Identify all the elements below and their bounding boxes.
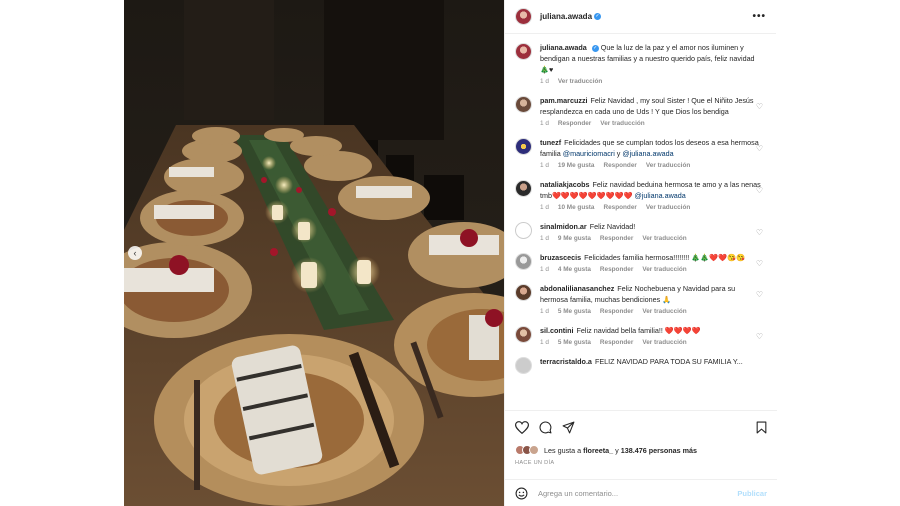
comment-item: pam.marcuzzi Feliz Navidad , my soul Sist…: [515, 88, 767, 130]
comment-text: Feliz navidad bella familia!! ❤️❤️❤️❤️: [576, 326, 701, 335]
comment-like-heart-icon[interactable]: ♡: [756, 290, 763, 299]
share-icon[interactable]: [562, 421, 575, 434]
liker-avatar: [529, 445, 539, 455]
comment-input[interactable]: Agrega un comentario...: [538, 489, 737, 498]
christmas-table-photo: [124, 0, 504, 506]
author-avatar[interactable]: [515, 43, 532, 60]
add-comment-bar: Agrega un comentario... Publicar: [505, 479, 777, 506]
comment-age: 1 d: [540, 162, 549, 169]
comment-like-heart-icon[interactable]: ♡: [756, 186, 763, 195]
commenter-avatar[interactable]: [515, 253, 532, 270]
reply-link[interactable]: Responder: [603, 204, 636, 211]
comment-like-heart-icon[interactable]: ♡: [756, 228, 763, 237]
reply-link[interactable]: Responder: [603, 162, 636, 169]
comment-likes[interactable]: 10 Me gusta: [558, 204, 595, 211]
emoji-icon[interactable]: [515, 487, 528, 500]
comment-item: nataliakjacobs Feliz navidad beduina herm…: [515, 172, 767, 214]
more-options-icon[interactable]: •••: [752, 11, 766, 22]
reply-link[interactable]: Responder: [600, 339, 633, 346]
comment-likes[interactable]: 9 Me gusta: [558, 235, 591, 242]
commenter-avatar[interactable]: [515, 284, 532, 301]
commenter-username[interactable]: terracristaldo.a: [540, 357, 592, 366]
commenter-username[interactable]: bruzascecis: [540, 253, 581, 262]
comment-likes[interactable]: 19 Me gusta: [558, 162, 595, 169]
mention-link[interactable]: @juliana.awada: [622, 149, 673, 158]
translate-link[interactable]: Ver traducción: [642, 266, 686, 273]
translate-link[interactable]: Ver traducción: [642, 339, 686, 346]
post-side-panel: juliana.awada ✓ ••• juliana.awada ✓ Que l…: [504, 0, 777, 506]
commenter-avatar[interactable]: [515, 357, 532, 374]
commenter-username[interactable]: sil.contini: [540, 326, 574, 335]
comment-likes[interactable]: 5 Me gusta: [558, 339, 591, 346]
comment-like-heart-icon[interactable]: ♡: [756, 259, 763, 268]
translate-link[interactable]: Ver traducción: [642, 308, 686, 315]
comment-text: FELIZ NAVIDAD PARA TODA SU FAMILIA Y...: [594, 357, 743, 366]
likes-count[interactable]: 138.476 personas más: [621, 446, 697, 455]
reply-link[interactable]: Responder: [600, 308, 633, 315]
heart-icon[interactable]: [515, 420, 529, 434]
commenter-avatar[interactable]: [515, 180, 532, 197]
comment-like-heart-icon[interactable]: ♡: [756, 144, 763, 153]
likes-mid: y: [613, 445, 621, 455]
comment-item: bruzascecis Felicidades familia hermosa!!…: [515, 245, 767, 276]
post-header: juliana.awada ✓ •••: [505, 0, 776, 34]
reply-link[interactable]: Responder: [600, 266, 633, 273]
comment-age: 1 d: [540, 266, 549, 273]
previous-image-button[interactable]: ‹: [128, 246, 142, 260]
comment-item: abdonalilianasanchez Feliz Nochebuena y N…: [515, 276, 767, 318]
commenter-avatar[interactable]: [515, 138, 532, 155]
author-avatar[interactable]: [515, 8, 532, 25]
bookmark-icon[interactable]: [756, 421, 767, 434]
caption-username[interactable]: juliana.awada: [540, 43, 587, 52]
likes-summary: Les gusta a floreeta_ y 138.476 personas…: [515, 445, 767, 455]
caption-age: 1 d: [540, 78, 549, 85]
commenter-username[interactable]: tunezf: [540, 138, 561, 147]
comment-text: Felicidades familia hermosa!!!!!!!! 🎄🎄❤️…: [584, 253, 745, 262]
comment-text: Feliz Navidad!: [589, 222, 636, 231]
mention-link[interactable]: @juliana.awada: [635, 191, 686, 200]
caption-translate-link[interactable]: Ver traducción: [558, 78, 602, 85]
reply-link[interactable]: Responder: [558, 120, 591, 127]
commenter-avatar[interactable]: [515, 326, 532, 343]
comment-item: terracristaldo.a FELIZ NAVIDAD PARA TODA …: [515, 349, 767, 374]
verified-badge-icon: ✓: [591, 44, 599, 52]
post-image[interactable]: [124, 0, 504, 506]
post-actions: Les gusta a floreeta_ y 138.476 personas…: [505, 410, 777, 470]
mention-link[interactable]: @mauriciomacri: [563, 149, 615, 158]
verified-badge-icon: ✓: [594, 13, 602, 20]
translate-link[interactable]: Ver traducción: [646, 204, 690, 211]
comment-like-heart-icon[interactable]: ♡: [756, 102, 763, 111]
comment-item: sinalmidon.ar Feliz Navidad! 1 d 9 Me gust…: [515, 214, 767, 245]
comment-likes[interactable]: 5 Me gusta: [558, 308, 591, 315]
comment-likes[interactable]: 4 Me gusta: [558, 266, 591, 273]
comment-age: 1 d: [540, 204, 549, 211]
likes-prefix: Les gusta a: [544, 445, 584, 455]
translate-link[interactable]: Ver traducción: [600, 120, 644, 127]
commenter-username[interactable]: pam.marcuzzi: [540, 96, 588, 105]
translate-link[interactable]: Ver traducción: [642, 235, 686, 242]
publish-button[interactable]: Publicar: [737, 489, 767, 498]
comment-age: 1 d: [540, 235, 549, 242]
liker-username[interactable]: floreeta_: [583, 446, 613, 455]
commenter-avatar[interactable]: [515, 222, 532, 239]
translate-link[interactable]: Ver traducción: [646, 162, 690, 169]
commenter-username[interactable]: sinalmidon.ar: [540, 222, 587, 231]
reply-link[interactable]: Responder: [600, 235, 633, 242]
post-timestamp[interactable]: HACE UN DÍA: [515, 460, 767, 466]
author-username[interactable]: juliana.awada: [540, 12, 592, 21]
instagram-post-modal: ‹ juliana.awada ✓ ••• juliana.awada ✓ Que…: [0, 0, 900, 506]
commenter-username[interactable]: abdonalilianasanchez: [540, 284, 614, 293]
comment-age: 1 d: [540, 308, 549, 315]
chevron-left-icon: ‹: [133, 247, 137, 258]
commenter-username[interactable]: nataliakjacobs: [540, 180, 590, 189]
comment-item: tunezf Felicidades que se cumplan todos l…: [515, 130, 767, 172]
comment-item: sil.contini Feliz navidad bella familia!!…: [515, 318, 767, 349]
comment-icon[interactable]: [539, 421, 552, 434]
commenter-avatar[interactable]: [515, 96, 532, 113]
comment-age: 1 d: [540, 120, 549, 127]
comments-list[interactable]: juliana.awada ✓ Que la luz de la paz y el…: [505, 35, 777, 409]
caption: juliana.awada ✓ Que la luz de la paz y el…: [515, 35, 767, 88]
comment-like-heart-icon[interactable]: ♡: [756, 332, 763, 341]
comment-age: 1 d: [540, 339, 549, 346]
